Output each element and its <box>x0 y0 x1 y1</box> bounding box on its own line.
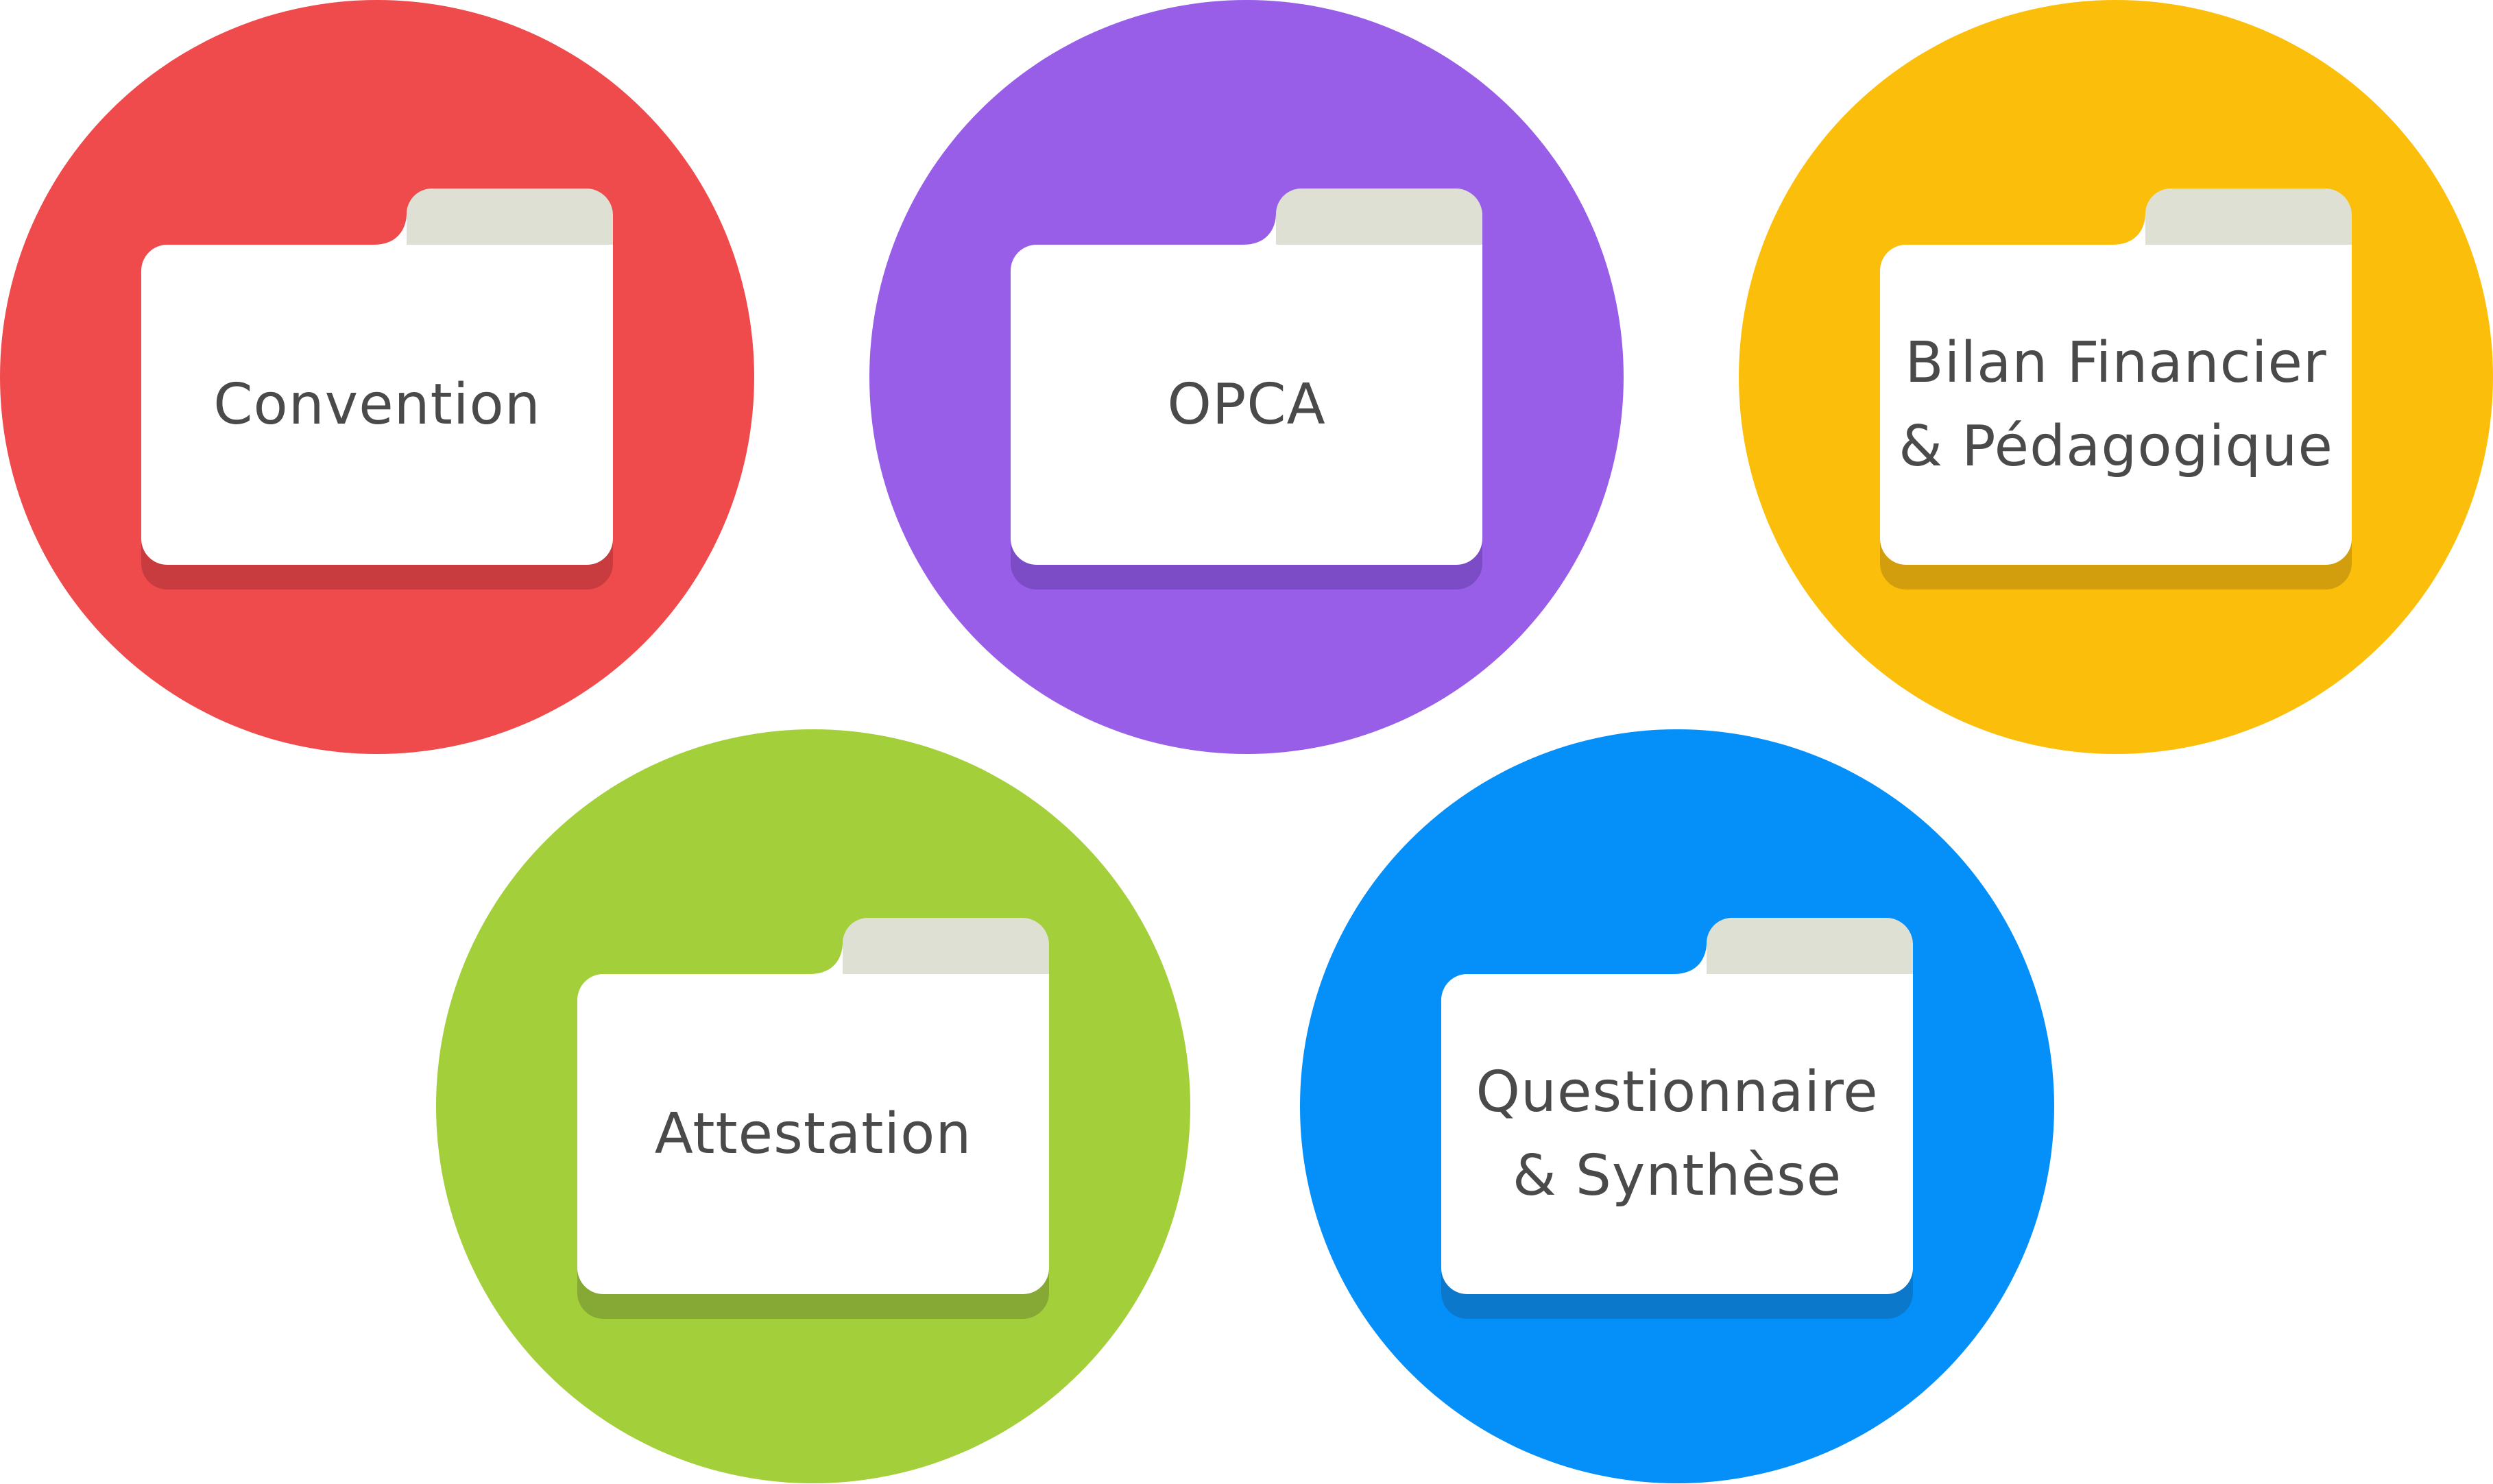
folder-label-line: & Pédagogique <box>1899 413 2333 479</box>
folder-label-line: OPCA <box>1167 372 1326 437</box>
folder-label-bilan: Bilan Financier & Pédagogique <box>1880 245 2352 565</box>
folder-label-questionnaire: Questionnaire & Synthèse <box>1441 974 1913 1294</box>
folder-label-line: Attestation <box>654 1101 972 1167</box>
folder-circle-attestation[interactable]: Attestation <box>436 729 1190 1483</box>
folder-circle-questionnaire[interactable]: Questionnaire & Synthèse <box>1300 729 2054 1483</box>
folder-circle-bilan[interactable]: Bilan Financier & Pédagogique <box>1739 0 2493 754</box>
folder-label-convention: Convention <box>141 245 613 565</box>
folder-label-line: Convention <box>213 372 541 437</box>
folder-label-line: Questionnaire <box>1476 1059 1879 1125</box>
folder-label-attestation: Attestation <box>577 974 1049 1294</box>
folder-circle-opca[interactable]: OPCA <box>869 0 1624 754</box>
folder-label-line: Bilan Financier <box>1905 330 2327 396</box>
folder-circle-convention[interactable]: Convention <box>0 0 754 754</box>
folder-label-line: & Synthèse <box>1512 1143 1842 1208</box>
folder-label-opca: OPCA <box>1011 245 1482 565</box>
